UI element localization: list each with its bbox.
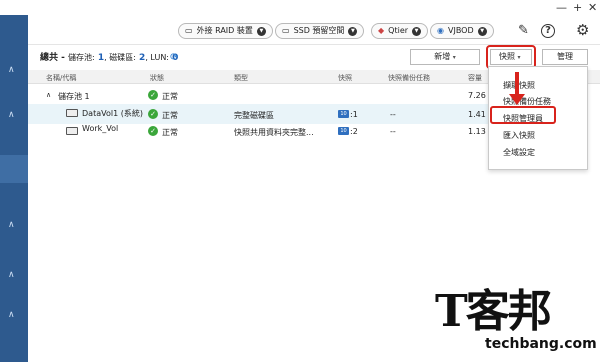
qtier-label: Qtier [388, 26, 409, 35]
ssd-icon: ▭ [282, 26, 290, 35]
scrollbar[interactable] [590, 85, 600, 355]
help-icon[interactable]: ? [541, 24, 555, 38]
left-nav-panel: ∧ ∧ ∧ ∧ ∧ [0, 15, 28, 362]
chevron-down-icon: ▼ [348, 26, 358, 36]
vjbod-label: VJBOD [447, 26, 474, 35]
col-backup[interactable]: 快照備份任務 [388, 73, 430, 83]
menu-item-take-snapshot[interactable]: 擷取快照 [503, 80, 535, 91]
external-raid-button[interactable]: ▭ 外接 RAID 裝置 ▼ [178, 23, 273, 39]
volume-icon [66, 127, 78, 135]
lun-label: , LUN: [145, 53, 169, 62]
chevron-down-icon: ▾ [452, 54, 456, 61]
row-snapshot: :2 [350, 127, 358, 136]
menu-item-import-snapshot[interactable]: 匯入快照 [503, 130, 535, 141]
col-status[interactable]: 狀態 [150, 73, 164, 83]
manage-button[interactable]: 管理 [542, 49, 588, 65]
summary-line: 總共 - 儲存池: 1, 磁碟區: 2, LUN: 0 [40, 50, 178, 63]
ok-icon: ✓ [148, 109, 158, 119]
chevron-down-icon: ▼ [412, 26, 422, 36]
row-status: 正常 [162, 111, 178, 120]
snapshot-icon: 10 [338, 110, 349, 118]
col-type[interactable]: 類型 [234, 73, 248, 83]
qtier-icon: ◆ [378, 26, 385, 35]
nav-selected-item[interactable] [0, 155, 28, 183]
collapse-icon[interactable]: ∧ [8, 270, 15, 280]
ssd-button[interactable]: ▭ SSD 預留空間 ▼ [275, 23, 365, 39]
manage-label: 管理 [557, 52, 573, 61]
new-label: 新增 [434, 52, 451, 61]
watermark-url: techbang.com [485, 336, 597, 352]
ssd-label: SSD 預留空間 [293, 26, 345, 35]
expand-icon[interactable]: ∧ [46, 91, 51, 99]
summary-label: 總共 - [40, 53, 65, 63]
chevron-down-icon: ▼ [256, 26, 266, 36]
watermark: T客邦 techbang.com [435, 286, 597, 353]
new-button[interactable]: 新增 ▾ [410, 49, 480, 65]
pool-label: 儲存池: [68, 53, 95, 62]
ok-icon: ✓ [148, 90, 158, 100]
annotation-arrow-stem [515, 72, 519, 96]
volume-icon [66, 109, 78, 117]
external-raid-label: 外接 RAID 裝置 [196, 26, 253, 35]
vjbod-button[interactable]: ◉ VJBOD ▼ [430, 23, 494, 39]
refresh-icon[interactable]: ⟳ [170, 52, 178, 63]
minimize-button[interactable]: — [556, 0, 567, 15]
snapshot-icon: 10 [338, 127, 349, 135]
row-backup: -- [390, 127, 396, 136]
annotation-arrow-head [509, 94, 525, 105]
chevron-down-icon: ▼ [477, 26, 487, 36]
tools-icon[interactable]: ✎ [518, 24, 529, 37]
drive-icon: ▭ [185, 26, 193, 35]
row-snapshot: :1 [350, 110, 358, 119]
row-type: 完整磁碟區 [234, 111, 274, 120]
settings-icon[interactable]: ⚙ [576, 23, 589, 38]
collapse-icon[interactable]: ∧ [8, 310, 15, 320]
row-status: 正常 [162, 128, 178, 137]
maximize-button[interactable]: + [573, 0, 582, 15]
vjbod-icon: ◉ [437, 26, 444, 35]
row-name: 儲存池 1 [58, 92, 90, 101]
window-titlebar: — + ✕ [0, 0, 600, 15]
menu-item-global-settings[interactable]: 全域設定 [503, 147, 535, 158]
row-name: Work_Vol [82, 124, 119, 133]
qtier-button[interactable]: ◆ Qtier ▼ [371, 23, 429, 39]
watermark-logo: T客邦 [435, 286, 552, 337]
col-capacity[interactable]: 容量 [468, 73, 482, 83]
col-name[interactable]: 名稱/代稱 [46, 73, 76, 83]
menu-highlight-box [490, 106, 556, 124]
row-backup: -- [390, 110, 396, 119]
row-status: 正常 [162, 92, 178, 101]
row-name: DataVol1 (系統) [82, 109, 143, 118]
ok-icon: ✓ [148, 126, 158, 136]
collapse-icon[interactable]: ∧ [8, 220, 15, 230]
col-snapshot[interactable]: 快照 [338, 73, 352, 83]
top-toolbar: ▭ 外接 RAID 裝置 ▼ ▭ SSD 預留空間 ▼ ◆ Qtier ▼ ◉ … [28, 15, 600, 45]
collapse-icon[interactable]: ∧ [8, 65, 15, 75]
volume-label: , 磁碟區: [104, 53, 136, 62]
close-button[interactable]: ✕ [588, 0, 597, 15]
row-type: 快照共用資料夾完整... [234, 128, 314, 137]
collapse-icon[interactable]: ∧ [8, 110, 15, 120]
